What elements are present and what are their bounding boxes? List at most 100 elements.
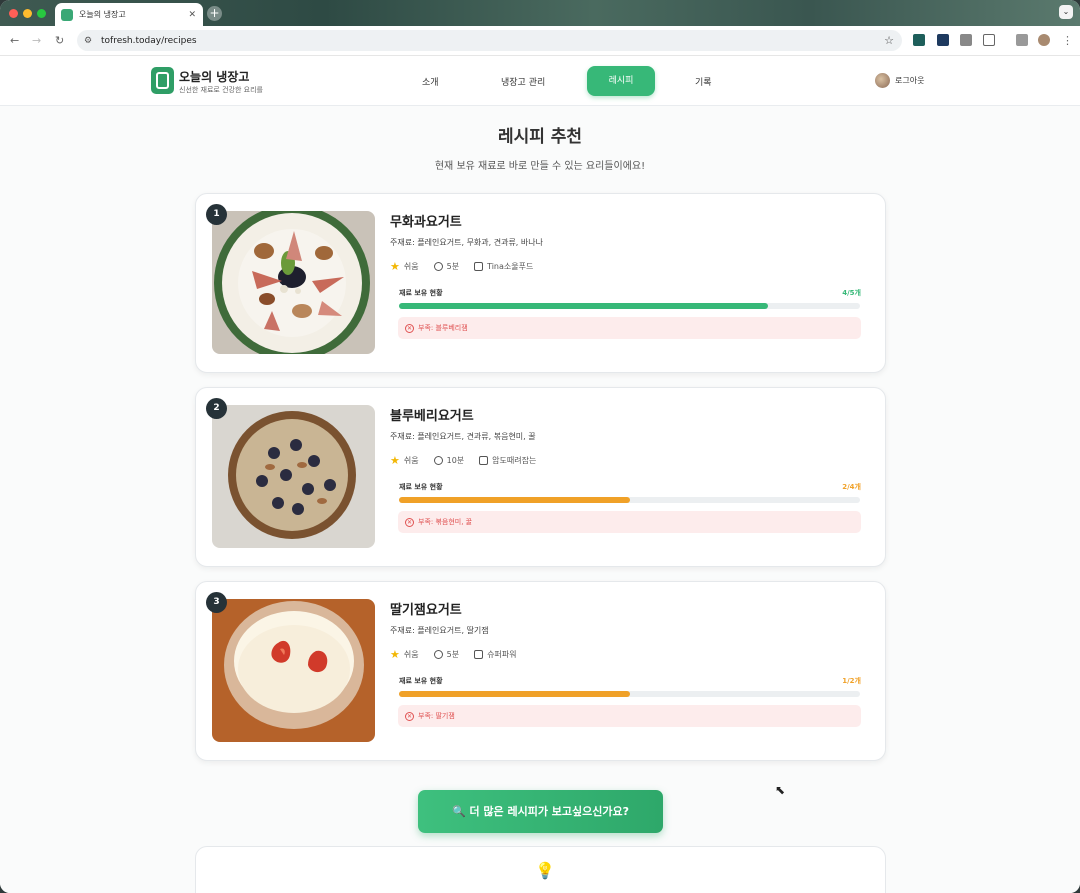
stock-progress-track xyxy=(399,691,860,697)
stock-count: 2/4개 xyxy=(842,483,861,491)
clock-icon xyxy=(433,262,443,271)
reading-list-icon[interactable] xyxy=(1016,34,1028,46)
author-icon xyxy=(479,456,489,465)
missing-ingredients: ✕ 부족: 블루베리잼 xyxy=(398,317,861,339)
star-icon: ★ xyxy=(390,260,400,273)
x-circle-icon: ✕ xyxy=(405,517,414,527)
page-title: 레시피 추천 xyxy=(497,127,583,147)
recipe-title[interactable]: 블루베리요거트 xyxy=(390,405,474,424)
stock-count: 4/5개 xyxy=(842,289,861,297)
address-bar[interactable]: ⚙ tofresh.today/recipes ☆ xyxy=(77,30,902,51)
forward-arrow-icon[interactable]: → xyxy=(32,34,41,47)
nav-recipes[interactable]: 레시피 xyxy=(587,66,655,96)
logo-title[interactable]: 오늘의 냉장고 xyxy=(179,68,249,85)
difficulty-text: 쉬움 xyxy=(403,650,419,659)
more-recipes-button[interactable]: 🔍 더 많은 레시피가 보고싶으신가요? xyxy=(418,790,663,833)
stock-status: 재료 보유 현황 1/2개 ✕ 부족: 딸기잼 xyxy=(398,674,861,736)
bookmark-star-icon[interactable]: ☆ xyxy=(884,34,894,47)
clock-icon xyxy=(433,456,443,465)
nav-records[interactable]: 기록 xyxy=(695,75,712,88)
x-circle-icon: ✕ xyxy=(405,323,414,333)
tab-close-icon[interactable]: ✕ xyxy=(188,10,196,20)
logo-subtitle: 신선한 재료로 건강한 요리를 xyxy=(179,86,263,94)
tab-title: 오늘의 냉장고 xyxy=(79,10,126,19)
favicon-icon xyxy=(61,8,73,21)
author-icon xyxy=(474,650,484,659)
extension-icon[interactable] xyxy=(913,34,925,46)
time-text: 5분 xyxy=(446,650,460,659)
time-text: 10분 xyxy=(446,456,465,465)
minimize-window-button[interactable] xyxy=(23,9,32,18)
browser-window: 오늘의 냉장고 ✕ + ⌄ ← → ↻ ⚙ tofresh.today/reci… xyxy=(0,0,1080,893)
difficulty-text: 쉬움 xyxy=(403,262,419,271)
recipe-ingredients: 주재료: 플레인요거트, 견과류, 볶음현미, 꿀 xyxy=(390,432,536,441)
avatar[interactable] xyxy=(875,73,890,88)
author-icon xyxy=(474,262,484,271)
back-arrow-icon[interactable]: ← xyxy=(10,34,19,47)
recipe-meta: ★ 쉬움 5분 슈퍼파워 xyxy=(390,648,532,661)
author-text: 슈퍼파워 xyxy=(487,650,517,659)
page-subtitle: 현재 보유 재료로 바로 만들 수 있는 요리들이에요! xyxy=(434,161,646,172)
tip-card: 💡 xyxy=(195,846,886,893)
stock-progress-fill xyxy=(399,691,630,697)
recipe-ingredients: 주재료: 플레인요거트, 무화과, 견과류, 바나나 xyxy=(390,238,543,247)
time-text: 5분 xyxy=(446,262,460,271)
missing-text: 부족: 볶음현미, 꿀 xyxy=(418,518,473,526)
recipe-title[interactable]: 무화과요거트 xyxy=(390,211,462,230)
rank-badge: 3 xyxy=(206,592,227,613)
page-content: 오늘의 냉장고 신선한 재료로 건강한 요리를 소개 냉장고 관리 레시피 기록… xyxy=(0,56,1080,893)
stock-progress-track xyxy=(399,497,860,503)
stock-label: 재료 보유 현황 xyxy=(399,677,443,685)
star-icon: ★ xyxy=(390,648,400,661)
author-text: 암도때려잡는 xyxy=(492,456,537,465)
x-circle-icon: ✕ xyxy=(405,711,414,721)
stock-progress-fill xyxy=(399,303,768,309)
browser-tab-active[interactable]: 오늘의 냉장고 ✕ xyxy=(55,3,203,26)
recipe-card[interactable]: 2 블루베리요거트 주재료: 플레인요거트, 견과류, 볶음현미, 꿀 ★ 쉬움… xyxy=(195,387,886,567)
recipe-meta: ★ 쉬움 5분 Tina소울푸드 xyxy=(390,260,548,273)
star-icon: ★ xyxy=(390,454,400,467)
rank-badge: 1 xyxy=(206,204,227,225)
logout-link[interactable]: 로그아웃 xyxy=(895,75,924,86)
extension-icon[interactable] xyxy=(937,34,949,46)
rank-badge: 2 xyxy=(206,398,227,419)
recipe-title[interactable]: 딸기잼요거트 xyxy=(390,599,462,618)
mouse-cursor-icon: ⬉ xyxy=(775,783,786,797)
tab-search-icon[interactable]: ⌄ xyxy=(1059,5,1073,19)
url-text[interactable]: tofresh.today/recipes xyxy=(101,36,884,46)
stock-progress-fill xyxy=(399,497,630,503)
stock-status: 재료 보유 현황 4/5개 ✕ 부족: 블루베리잼 xyxy=(398,286,861,348)
nav-fridge[interactable]: 냉장고 관리 xyxy=(501,75,545,88)
missing-ingredients: ✕ 부족: 볶음현미, 꿀 xyxy=(398,511,861,533)
reload-icon[interactable]: ↻ xyxy=(55,34,64,47)
profile-avatar-icon[interactable] xyxy=(1038,34,1050,46)
stock-label: 재료 보유 현황 xyxy=(399,483,443,491)
recipe-meta: ★ 쉬움 10분 암도때려잡는 xyxy=(390,454,551,467)
author-text: Tina소울푸드 xyxy=(487,262,534,271)
browser-menu-icon[interactable]: ⋮ xyxy=(1062,34,1073,47)
fridge-logo-icon[interactable] xyxy=(151,67,174,94)
recipe-image-blueberry-yogurt[interactable] xyxy=(212,405,375,548)
nav-intro[interactable]: 소개 xyxy=(422,75,439,88)
missing-text: 부족: 딸기잼 xyxy=(418,712,455,720)
extensions-puzzle-icon[interactable] xyxy=(983,34,995,46)
difficulty-text: 쉬움 xyxy=(403,456,419,465)
browser-tabbar: 오늘의 냉장고 ✕ + ⌄ xyxy=(0,0,1080,26)
stock-progress-track xyxy=(399,303,860,309)
missing-ingredients: ✕ 부족: 딸기잼 xyxy=(398,705,861,727)
recipe-ingredients: 주재료: 플레인요거트, 딸기잼 xyxy=(390,626,489,635)
recipe-image-strawberry-jam-yogurt[interactable] xyxy=(212,599,375,742)
site-settings-icon[interactable]: ⚙ xyxy=(84,36,94,46)
browser-toolbar: ← → ↻ ⚙ tofresh.today/recipes ☆ ⋮ xyxy=(0,26,1080,56)
extension-icon[interactable] xyxy=(960,34,972,46)
new-tab-button[interactable]: + xyxy=(207,6,222,21)
recipe-card[interactable]: 3 딸기잼요거트 주재료: 플레인요거트, 딸기잼 ★ 쉬움 5분 슈퍼파워 재… xyxy=(195,581,886,761)
lightbulb-icon: 💡 xyxy=(535,861,555,880)
maximize-window-button[interactable] xyxy=(37,9,46,18)
stock-status: 재료 보유 현황 2/4개 ✕ 부족: 볶음현미, 꿀 xyxy=(398,480,861,542)
close-window-button[interactable] xyxy=(9,9,18,18)
clock-icon xyxy=(433,650,443,659)
recipe-image-fig-yogurt[interactable] xyxy=(212,211,375,354)
missing-text: 부족: 블루베리잼 xyxy=(418,324,468,332)
recipe-card[interactable]: 1 무화과요거트 주재료: 플레인요거트, 무화과, 견과류, 바나나 ★ 쉬움… xyxy=(195,193,886,373)
